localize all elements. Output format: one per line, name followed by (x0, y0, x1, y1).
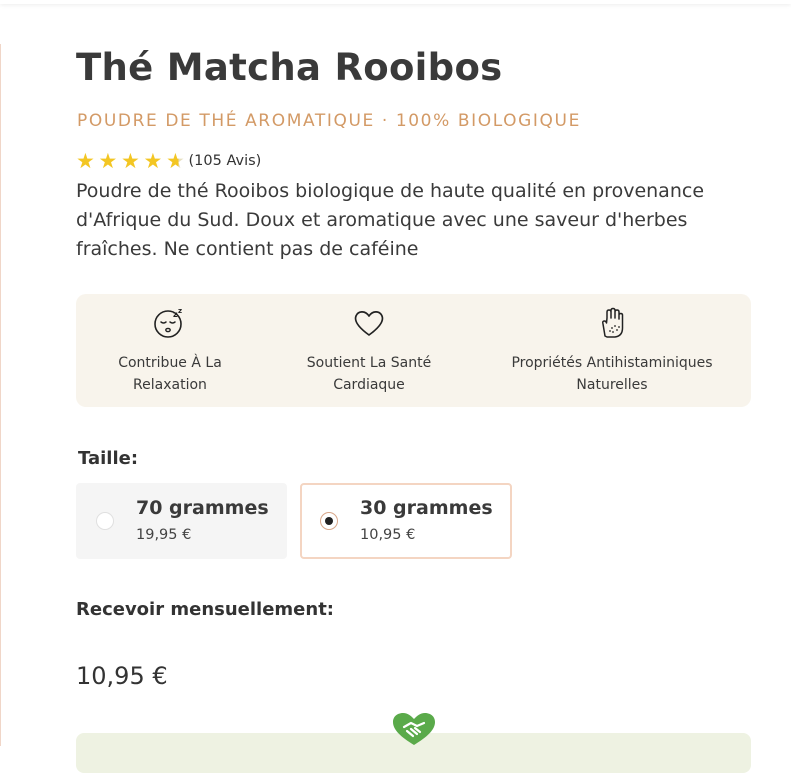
hand-icon (601, 307, 624, 338)
top-bar (0, 0, 791, 4)
product-rating[interactable]: ★ ★ ★ ★ ★ (105 Avis) (76, 149, 261, 173)
star-icon: ★ (121, 149, 140, 173)
product-title: Thé Matcha Rooibos (76, 46, 503, 89)
star-half-icon: ★ (166, 149, 189, 173)
product-subtitle: POUDRE DE THÉ AROMATIQUE · 100% BIOLOGIQ… (77, 111, 581, 131)
size-radio[interactable] (96, 512, 114, 530)
size-option-name: 30 grammes (360, 497, 493, 519)
star-icon: ★ (98, 149, 118, 173)
benefit-label: Soutient La Santé Cardiaque (307, 352, 431, 396)
rating-stars: ★ ★ ★ ★ ★ (76, 149, 189, 173)
benefits-panel: z z Contribue À La Relaxation Soutient L… (76, 294, 751, 407)
benefit-label: Propriétés Antihistaminiques Naturelles (511, 352, 712, 396)
reviews-count[interactable]: (105 Avis) (189, 153, 262, 169)
handshake-icon (393, 713, 435, 745)
size-label: Taille: (78, 448, 139, 469)
star-icon: ★ (76, 149, 95, 173)
star-icon: ★ (143, 149, 163, 173)
benefit-relaxation: z z Contribue À La Relaxation (100, 294, 240, 407)
benefit-label-line: Contribue À La (118, 355, 222, 371)
subscription-label: Recevoir mensuellement: (76, 599, 335, 620)
size-option-price: 10,95 € (360, 527, 416, 543)
benefit-label-line: Propriétés Antihistaminiques (511, 355, 713, 371)
size-option-30g[interactable]: 30 grammes 10,95 € (300, 483, 512, 559)
benefit-label-line: Soutient La Santé (306, 355, 432, 371)
benefit-label-line: Relaxation (133, 377, 207, 393)
left-divider (0, 44, 1, 746)
heart-icon (354, 311, 384, 336)
size-option-70g[interactable]: 70 grammes 19,95 € (76, 483, 287, 559)
size-radio-selected[interactable] (320, 512, 338, 530)
product-price: 10,95 € (76, 662, 168, 690)
benefit-label-line: Naturelles (576, 377, 648, 393)
size-option-name: 70 grammes (136, 497, 269, 519)
benefit-label: Contribue À La Relaxation (118, 352, 222, 396)
product-description: Poudre de thé Rooibos biologique de haut… (76, 180, 705, 260)
relaxation-face-icon: z z (154, 307, 182, 338)
size-option-price: 19,95 € (136, 527, 192, 543)
benefit-antihistamine: Propriétés Antihistaminiques Naturelles (496, 294, 728, 407)
svg-text:z: z (178, 307, 182, 315)
benefit-heart-health: Soutient La Santé Cardiaque (294, 294, 444, 407)
benefit-label-line: Cardiaque (333, 377, 405, 393)
